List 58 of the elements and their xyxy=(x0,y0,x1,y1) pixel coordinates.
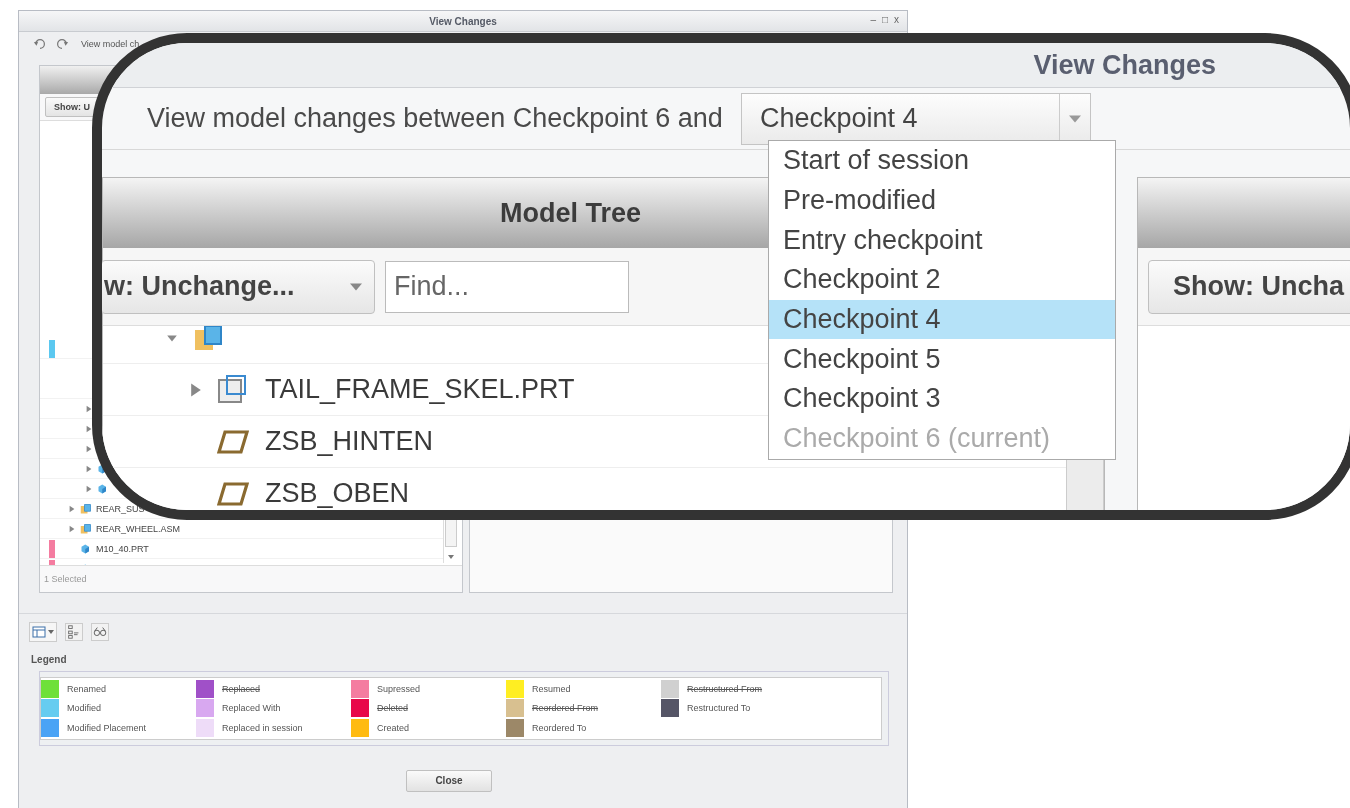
item-label: M10_40.PRT xyxy=(96,543,149,554)
tree-nodes-icon[interactable] xyxy=(65,623,83,641)
close-button[interactable]: Close xyxy=(406,769,492,792)
cube-icon xyxy=(97,482,109,495)
checkpoint-dropdown[interactable]: Checkpoint 4 xyxy=(740,92,1091,145)
panel-title: Model Tree xyxy=(499,197,641,229)
undo-icon xyxy=(33,37,47,51)
window-title: View Changes xyxy=(1033,49,1216,81)
cube-icon xyxy=(217,373,249,406)
caret-icon xyxy=(1068,114,1081,123)
legend-label: Created xyxy=(377,722,410,733)
dropdown-option[interactable]: Entry checkpoint xyxy=(769,220,1115,261)
cube-icon xyxy=(80,502,92,515)
window-title: View Changes xyxy=(429,15,497,27)
scroll-down-icon[interactable] xyxy=(447,553,455,561)
legend-label: Deleted xyxy=(377,703,409,714)
show-dropdown[interactable]: w: Unchange... xyxy=(102,259,375,314)
show-dropdown[interactable]: Show: U xyxy=(45,97,99,117)
prompt-text: View model changes between Checkpoint 6 and xyxy=(147,103,723,134)
legend-label: Replaced in session xyxy=(222,722,303,733)
window-control[interactable]: □ xyxy=(881,14,888,25)
cube-icon xyxy=(80,542,92,555)
expand-icon[interactable] xyxy=(84,424,93,433)
dropdown-option[interactable]: Checkpoint 2 xyxy=(769,260,1115,300)
item-label: ZSB_HINTEN xyxy=(265,426,434,457)
legend-label: Restructured From xyxy=(687,683,763,694)
legend-label: Replaced xyxy=(222,683,261,694)
legend-label: Modified xyxy=(67,703,102,714)
caret-icon xyxy=(350,282,362,291)
prompt-text: View model ch xyxy=(81,39,140,49)
glasses-icon[interactable] xyxy=(91,623,109,641)
window-control[interactable]: x xyxy=(894,14,899,25)
layout-icon xyxy=(32,626,46,638)
legend-label: Modified Placement xyxy=(67,722,147,733)
dropdown-option[interactable]: Checkpoint 4 xyxy=(769,299,1115,340)
redo-icon xyxy=(55,37,69,51)
item-label: TAIL_FRAME_SKEL.PRT xyxy=(265,374,575,405)
item-label: ZSB_OBEN xyxy=(265,478,410,509)
legend-label: Resumed xyxy=(532,683,571,694)
window-control[interactable]: – xyxy=(870,14,876,25)
legend-label: Reordered From xyxy=(532,703,599,714)
tree-row[interactable]: M10_40.PRT xyxy=(40,539,443,559)
show-dropdown[interactable]: Show: Uncha xyxy=(1148,259,1350,314)
legend-title: Legend xyxy=(30,653,68,665)
legend-label: Supressed xyxy=(377,683,421,694)
legend-label: Restructured To xyxy=(687,703,751,714)
legend-label: Reordered To xyxy=(532,722,587,733)
layout-dropdown[interactable] xyxy=(29,622,57,642)
legend-label: Replaced With xyxy=(222,703,281,714)
caret-icon xyxy=(48,629,54,635)
dropdown-option[interactable]: Pre-modified xyxy=(769,180,1115,221)
item-label: REAR_WHEEL.ASM xyxy=(96,523,181,534)
expand-icon[interactable] xyxy=(84,404,93,413)
item-label: REAR_SUS xyxy=(96,503,145,514)
status-text: 1 Selected xyxy=(43,573,88,586)
find-field[interactable]: Find... xyxy=(385,260,629,313)
cube-icon xyxy=(80,522,92,535)
legend-label: Renamed xyxy=(67,683,107,694)
